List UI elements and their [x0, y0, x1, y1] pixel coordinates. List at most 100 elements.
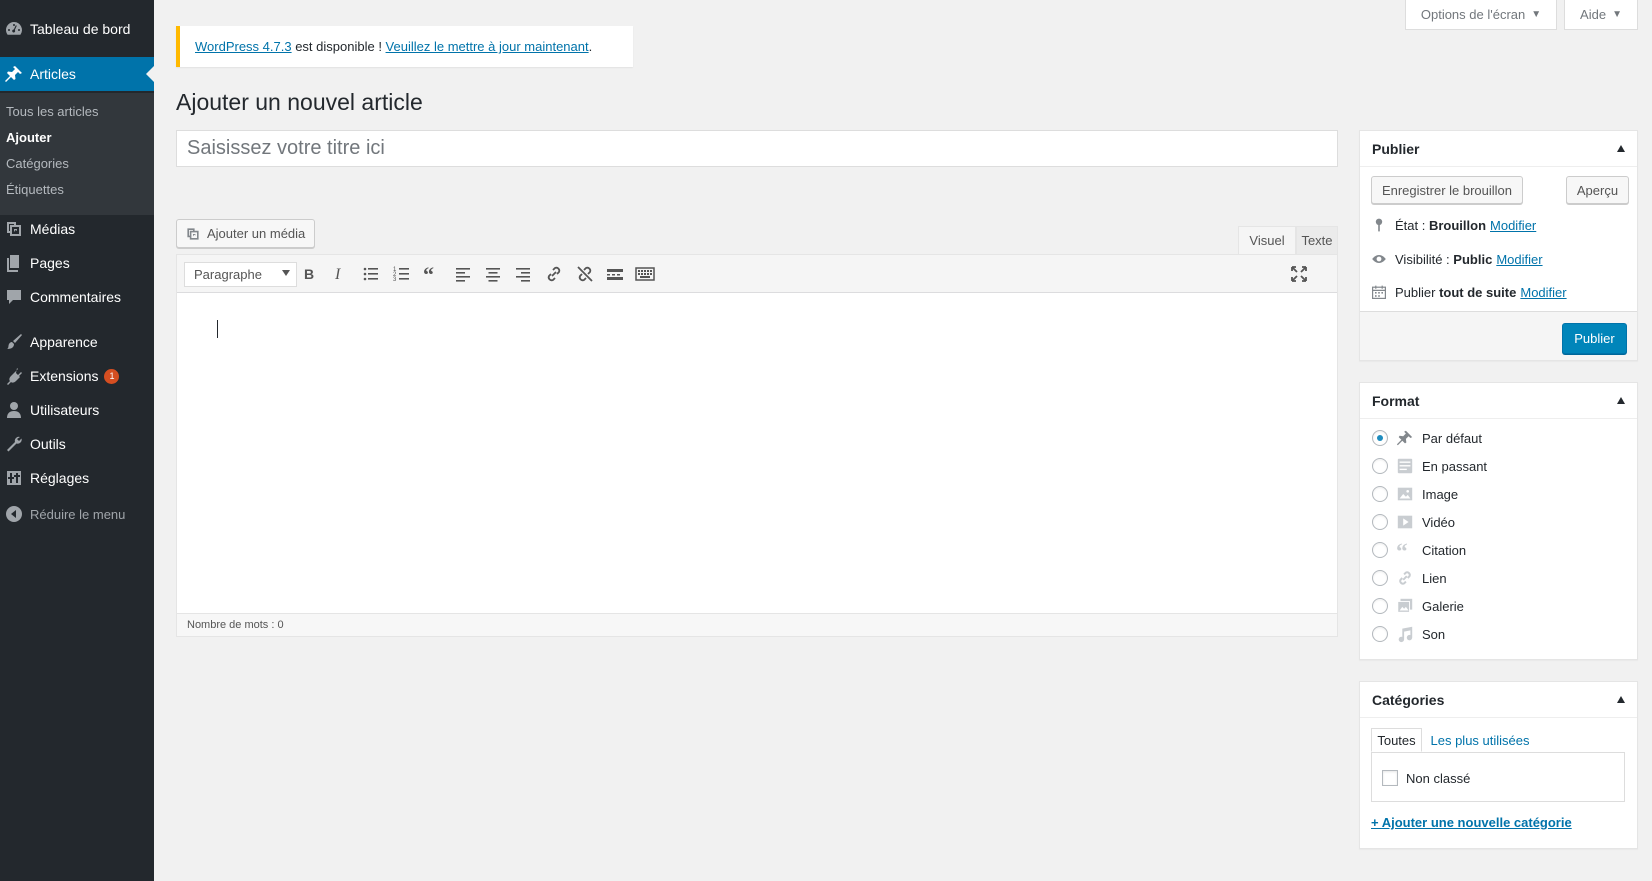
align-right-icon[interactable]	[513, 264, 533, 284]
menu-tools[interactable]: Outils	[0, 427, 154, 461]
categories-box-header[interactable]: Catégories	[1360, 682, 1637, 718]
format-radio[interactable]	[1372, 542, 1388, 558]
post-title-input[interactable]	[176, 130, 1338, 167]
category-checklist: Non classé	[1371, 752, 1625, 802]
visibility-value: Public	[1453, 251, 1493, 267]
image-icon	[1396, 485, 1414, 503]
collapse-toggle-icon[interactable]	[1617, 397, 1625, 404]
word-count: Nombre de mots : 0	[187, 619, 284, 631]
help-label: Aide	[1580, 7, 1607, 22]
schedule-value: tout de suite	[1439, 284, 1517, 300]
edit-visibility-link[interactable]: Modifier	[1496, 252, 1542, 267]
read-more-icon[interactable]	[605, 264, 625, 284]
eye-icon	[1371, 251, 1387, 267]
format-option-label: Son	[1422, 626, 1446, 642]
menu-posts[interactable]: Articles	[0, 57, 154, 91]
format-option-audio[interactable]: Son	[1372, 625, 1445, 643]
screen-options-button[interactable]: Options de l'écran ▼	[1405, 0, 1557, 30]
align-center-icon[interactable]	[483, 264, 503, 284]
menu-pages[interactable]: Pages	[0, 246, 154, 280]
aside-icon	[1396, 457, 1414, 475]
update-now-link[interactable]: Veuillez le mettre à jour maintenant	[386, 39, 589, 54]
dashboard-icon	[4, 19, 24, 39]
editor-content-area[interactable]	[177, 293, 1337, 615]
format-radio[interactable]	[1372, 486, 1388, 502]
notice-text: est disponible !	[291, 39, 386, 54]
format-radio[interactable]	[1372, 598, 1388, 614]
format-radio[interactable]	[1372, 458, 1388, 474]
category-checkbox[interactable]	[1382, 770, 1398, 786]
format-option-standard[interactable]: Par défaut	[1372, 429, 1482, 447]
wrench-icon	[4, 434, 24, 454]
users-icon	[4, 400, 24, 420]
menu-media-label: Médias	[30, 221, 76, 237]
menu-dashboard[interactable]: Tableau de bord	[0, 12, 154, 46]
format-select[interactable]: Paragraphe	[184, 262, 297, 287]
menu-tools-label: Outils	[30, 436, 66, 452]
menu-settings[interactable]: Réglages	[0, 461, 154, 495]
format-option-image[interactable]: Image	[1372, 485, 1458, 503]
post-status-row: État : Brouillon Modifier	[1371, 217, 1536, 233]
category-item[interactable]: Non classé	[1382, 770, 1470, 786]
category-label: Non classé	[1406, 770, 1471, 786]
fullscreen-icon[interactable]	[1289, 264, 1309, 284]
format-option-video[interactable]: Vidéo	[1372, 513, 1455, 531]
menu-dashboard-label: Tableau de bord	[30, 21, 131, 37]
align-left-icon[interactable]	[453, 264, 473, 284]
comments-icon	[4, 287, 24, 307]
format-option-quote[interactable]: “ Citation	[1372, 541, 1466, 559]
help-button[interactable]: Aide ▼	[1564, 0, 1638, 30]
format-option-label: Lien	[1422, 570, 1447, 586]
svg-text:B: B	[304, 266, 314, 282]
collapse-menu-button[interactable]: Réduire le menu	[0, 497, 154, 531]
format-option-aside[interactable]: En passant	[1372, 457, 1487, 475]
pages-icon	[4, 253, 24, 273]
editor-toolbar: Paragraphe B I 123 “	[177, 255, 1337, 293]
format-radio[interactable]	[1372, 626, 1388, 642]
format-option-gallery[interactable]: Galerie	[1372, 597, 1464, 615]
publish-button[interactable]: Publier	[1562, 323, 1627, 354]
posts-submenu: Tous les articles Ajouter Catégories Éti…	[0, 93, 154, 215]
svg-text:“: “	[423, 264, 434, 284]
editor-statusbar: Nombre de mots : 0	[177, 613, 1337, 636]
bold-icon[interactable]: B	[299, 264, 319, 284]
format-option-link[interactable]: Lien	[1372, 569, 1447, 587]
menu-appearance[interactable]: Apparence	[0, 325, 154, 359]
wordpress-version-link[interactable]: WordPress 4.7.3	[195, 39, 292, 54]
format-option-label: En passant	[1422, 458, 1488, 474]
blockquote-icon[interactable]: “	[422, 264, 442, 284]
edit-status-link[interactable]: Modifier	[1490, 218, 1536, 233]
menu-comments[interactable]: Commentaires	[0, 280, 154, 314]
tab-most-used-categories[interactable]: Les plus utilisées	[1424, 728, 1536, 752]
menu-plugins[interactable]: Extensions 1	[0, 359, 154, 393]
bullet-list-icon[interactable]	[361, 264, 381, 284]
numbered-list-icon[interactable]: 123	[392, 264, 412, 284]
tab-text[interactable]: Texte	[1296, 226, 1338, 254]
format-box-header[interactable]: Format	[1360, 383, 1637, 419]
menu-media[interactable]: Médias	[0, 212, 154, 246]
submenu-all-posts[interactable]: Tous les articles	[6, 104, 98, 119]
tab-visual[interactable]: Visuel	[1238, 226, 1296, 254]
add-media-button[interactable]: Ajouter un média	[176, 219, 315, 248]
submenu-add-new[interactable]: Ajouter	[6, 130, 52, 145]
link-icon[interactable]	[544, 264, 564, 284]
unlink-icon[interactable]	[575, 264, 595, 284]
edit-schedule-link[interactable]: Modifier	[1520, 285, 1566, 300]
collapse-toggle-icon[interactable]	[1617, 696, 1625, 703]
submenu-categories[interactable]: Catégories	[6, 156, 69, 171]
submenu-tags[interactable]: Étiquettes	[6, 182, 64, 197]
menu-settings-label: Réglages	[30, 470, 90, 486]
format-box-title: Format	[1372, 392, 1420, 409]
publish-box-header[interactable]: Publier	[1360, 131, 1637, 167]
format-radio[interactable]	[1372, 570, 1388, 586]
format-radio[interactable]	[1372, 430, 1388, 446]
menu-users[interactable]: Utilisateurs	[0, 393, 154, 427]
italic-icon[interactable]: I	[329, 264, 349, 284]
preview-button[interactable]: Aperçu	[1566, 176, 1629, 204]
collapse-toggle-icon[interactable]	[1617, 145, 1625, 152]
format-radio[interactable]	[1372, 514, 1388, 530]
add-new-category-link[interactable]: + Ajouter une nouvelle catégorie	[1371, 815, 1572, 830]
save-draft-button[interactable]: Enregistrer le brouillon	[1371, 176, 1523, 204]
tab-all-categories[interactable]: Toutes	[1371, 728, 1422, 752]
toolbar-toggle-icon[interactable]	[635, 264, 655, 284]
